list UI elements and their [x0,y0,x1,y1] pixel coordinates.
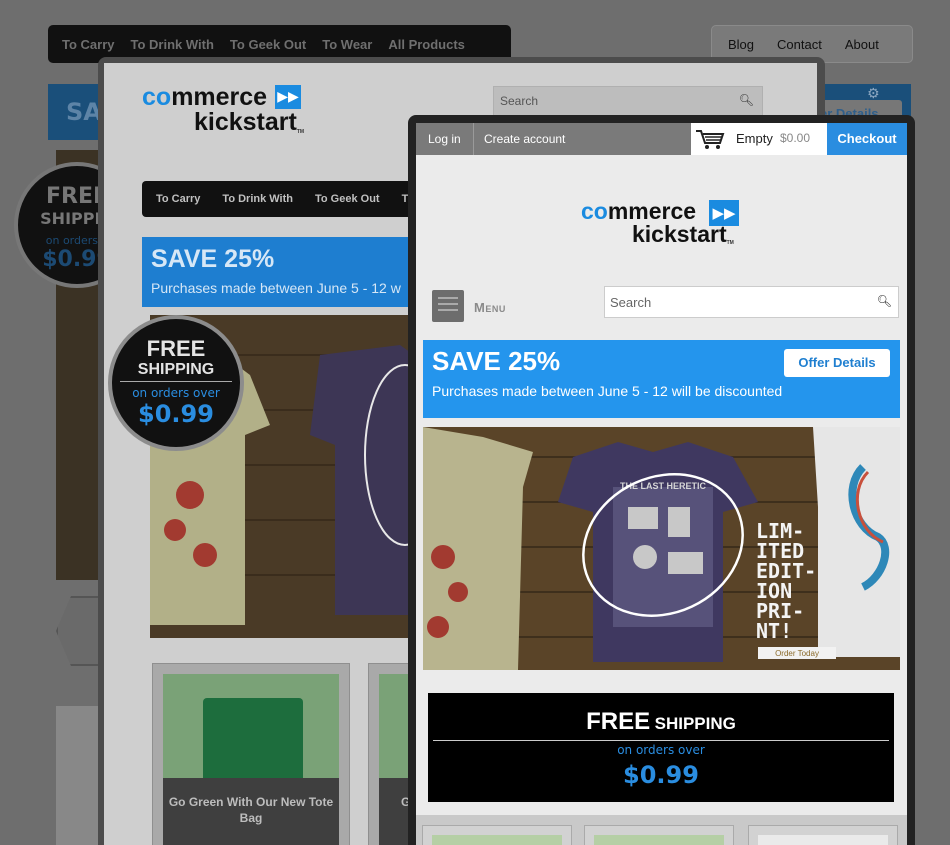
divider [433,740,889,741]
badge-line1: FREE [146,336,206,361]
phone-frame: Log in Create account Empty $0.00 Checko… [408,115,915,845]
shipping-free: FREE [586,708,651,735]
nav-about[interactable]: About [845,37,879,52]
cart-status: Empty [736,131,773,146]
phone-banner-title: SAVE 25% [432,346,561,376]
shipping-condition: on orders over [617,743,705,757]
tablet-banner-title: SAVE 25% [151,245,275,273]
nav-to-drink-with[interactable]: To Drink With [131,37,214,52]
product-image [432,835,562,845]
fast-forward-icon: ▶▶ [275,85,301,109]
fast-forward-icon: ▶▶ [709,200,739,226]
logo-tm: TM [296,129,305,135]
hamburger-menu-icon[interactable] [432,290,464,322]
product-card[interactable] [748,825,898,845]
cart-summary[interactable]: Empty $0.00 [691,123,827,155]
search-placeholder: Search [500,94,539,108]
tablet-free-shipping-badge: FREE SHIPPING on orders over $0.99 [108,315,244,451]
logo-mmerce: mmerce [171,83,268,111]
logo-co: co [142,83,172,111]
offer-details-button[interactable]: Offer Details [784,349,890,377]
shopping-cart-icon [696,130,725,149]
product-image [758,835,888,845]
create-account-link[interactable]: Create account [484,132,565,146]
nav-to-carry[interactable]: To Carry [62,37,115,52]
product-image [594,835,724,845]
product-card[interactable] [422,825,572,845]
badge-price: $0.99 [138,400,214,428]
cart-amount: $0.00 [780,131,811,145]
shirt-text: THE LAST HERETIC [620,481,707,491]
product-card[interactable]: Go Green With Our New Tote Bag [152,663,350,845]
phone-screen: Log in Create account Empty $0.00 Checko… [416,123,907,845]
phone-hero-image[interactable]: THE LAST HERETIC LIM- ITED EDIT- ION PRI… [423,427,900,670]
nav-to-geek-out[interactable]: To Geek Out [315,193,380,205]
free-shipping-banner: FREE SHIPPING on orders over $0.99 [428,693,894,802]
nav-blog[interactable]: Blog [728,37,754,52]
badge-line2: SHIPPING [120,361,232,382]
tablet-search-input[interactable]: Search 🔍︎ [493,86,763,116]
product-grid [416,815,907,845]
logo-kickstart: kickstart [194,108,297,136]
logo-tm: TM [726,240,734,246]
product-image [163,674,339,798]
nav-to-geek-out[interactable]: To Geek Out [230,37,306,52]
search-icon[interactable]: 🔍︎ [739,93,754,107]
phone-promo-banner: SAVE 25% Purchases made between June 5 -… [423,340,900,418]
nav-contact[interactable]: Contact [777,37,822,52]
nav-all-products[interactable]: All Products [388,37,465,52]
logo-co: co [581,198,608,224]
search-icon[interactable]: 🔍︎ [877,294,892,308]
tablet-main-nav: To Carry To Drink With To Geek Out To [142,181,442,217]
product-card-caption: Go Green With Our New Tote Bag [163,778,339,845]
tablet-banner-subtitle: Purchases made between June 5 - 12 w [151,280,401,296]
tablet-promo-banner: SAVE 25% Purchases made between June 5 -… [142,237,442,307]
order-today-button[interactable]: Order Today [775,649,819,658]
login-link[interactable]: Log in [428,132,461,146]
nav-to-wear[interactable]: To Wear [322,37,372,52]
tablet-logo[interactable]: commerce kickstartTM ▶▶ [142,85,304,135]
product-card[interactable] [584,825,734,845]
checkout-button[interactable]: Checkout [827,123,907,155]
nav-to-drink-with[interactable]: To Drink With [222,193,293,205]
shipping-label: SHIPPING [654,714,736,733]
phone-search-input[interactable]: Search 🔍︎ [604,286,899,318]
search-placeholder: Search [610,295,652,310]
shipping-threshold-price: $0.99 [623,761,699,789]
badge-line3: on orders over [132,386,220,400]
promo-line-6: NT! [756,619,792,643]
phone-logo[interactable]: commerce kickstartTM ▶▶ [581,198,739,246]
menu-label[interactable]: Menu [474,300,506,315]
phone-banner-subtitle: Purchases made between June 5 - 12 will … [432,383,783,399]
nav-to-carry[interactable]: To Carry [156,193,200,205]
divider [473,123,474,155]
